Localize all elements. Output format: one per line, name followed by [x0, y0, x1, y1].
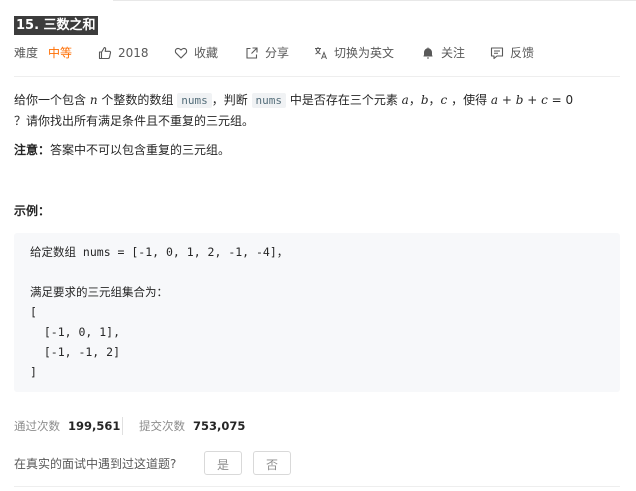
translate-icon [315, 47, 327, 60]
header-divider [14, 76, 620, 77]
likes-count: 2018 [118, 46, 149, 60]
example-code: 给定数组 nums = [-1, 0, 1, 2, -1, -4]， 满足要求的… [30, 245, 289, 379]
desc-text: ，使得 [447, 93, 491, 107]
translate-label: 切换为英文 [334, 46, 395, 60]
accepted-stat: 通过次数 199,561 [14, 415, 120, 437]
difficulty-label: 难度 [14, 46, 39, 60]
interview-question-text: 在真实的面试中遇到过这道题? [14, 457, 177, 471]
follow-label: 关注 [441, 46, 466, 60]
desc-text: 中是否存在三个元素 [286, 93, 402, 107]
feedback-icon [490, 47, 504, 60]
desc-text: = 0 [547, 93, 574, 107]
submitted-stat: 提交次数 753,075 [139, 415, 245, 437]
description-line-2: ？请你找出所有满足条件且不重复的三元组。 [14, 114, 255, 128]
var-n: n [89, 93, 98, 107]
accepted-value: 199,561 [68, 419, 121, 433]
note-text: 答案中不可以包含重复的三元组。 [50, 143, 231, 157]
submitted-value: 753,075 [193, 419, 246, 433]
desc-text: 个整数的数组 [97, 93, 178, 107]
problem-title: 15. 三数之和 [14, 16, 98, 35]
desc-text: ，判断 [211, 93, 252, 107]
interview-question: 在真实的面试中遇到过这道题? 是 否 [14, 451, 620, 477]
footer-divider [14, 486, 620, 487]
example-label: 示例： [14, 204, 51, 218]
stats-separator [122, 417, 123, 435]
thumbs-up-icon [98, 47, 112, 60]
yes-button[interactable]: 是 [204, 451, 242, 475]
favorite-label: 收藏 [194, 46, 219, 60]
no-button[interactable]: 否 [253, 451, 291, 475]
problem-meta-bar: 难度 中等 2018 收藏 分享 切换为英文 关注 反馈 [14, 42, 620, 64]
difficulty-value: 中等 [48, 46, 73, 60]
inline-code-nums: nums [251, 93, 287, 108]
feedback-label: 反馈 [510, 46, 535, 60]
submitted-label: 提交次数 [139, 419, 185, 433]
bell-icon [423, 47, 433, 59]
example-code-block: 给定数组 nums = [-1, 0, 1, 2, -1, -4]， 满足要求的… [14, 233, 620, 392]
desc-text: ， [408, 93, 421, 107]
submission-stats: 通过次数 199,561 提交次数 753,075 [14, 415, 314, 437]
desc-text: ， [428, 93, 441, 107]
var-a: a [401, 93, 409, 107]
inline-code-nums: nums [177, 93, 212, 108]
note-label: 注意： [14, 143, 51, 157]
note: 注意：答案中不可以包含重复的三元组。 [14, 140, 230, 160]
var-b: b [420, 93, 429, 107]
share-icon [246, 47, 258, 59]
top-border [113, 0, 636, 1]
share-label: 分享 [265, 46, 290, 60]
equation: a + b + c [490, 93, 548, 107]
accepted-label: 通过次数 [14, 419, 60, 433]
problem-description: 给你一个包含 n 个整数的数组 nums ，判断 nums 中是否存在三个元素 a… [14, 90, 620, 131]
description-line-1: 给你一个包含 n 个整数的数组 nums ，判断 nums 中是否存在三个元素 a… [14, 90, 620, 111]
desc-text: 给你一个包含 [14, 93, 90, 107]
heart-icon [174, 47, 188, 59]
